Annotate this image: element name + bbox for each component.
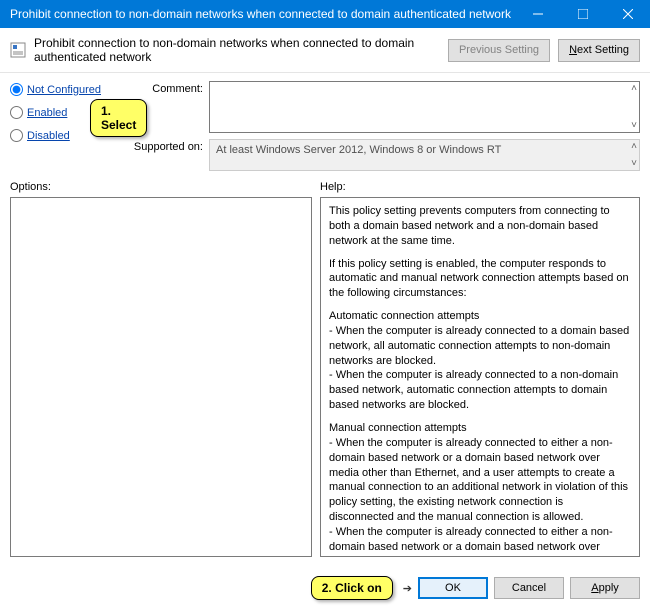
close-button[interactable] — [605, 0, 650, 28]
callout-select: 1. Select — [90, 99, 147, 137]
help-paragraph: If this policy setting is enabled, the c… — [329, 257, 631, 302]
maximize-button[interactable] — [560, 0, 605, 28]
chevron-down-icon[interactable]: ˅ — [631, 158, 637, 169]
chevron-up-icon[interactable]: ˄ — [631, 141, 637, 152]
radio-enabled-label: Enabled — [27, 107, 67, 119]
help-panel[interactable]: This policy setting prevents computers f… — [320, 197, 640, 557]
cancel-button[interactable]: Cancel — [494, 577, 564, 599]
policy-title-text: Prohibit connection to non-domain networ… — [34, 36, 440, 64]
help-paragraph: Manual connection attempts - When the co… — [329, 421, 631, 557]
dialog-footer: 2. Click on ➔ OK Cancel Apply — [0, 569, 650, 607]
radio-not-configured[interactable]: Not Configured — [10, 83, 115, 96]
policy-header: Prohibit connection to non-domain networ… — [0, 28, 650, 73]
policy-icon — [10, 42, 26, 58]
radio-disabled-label: Disabled — [27, 130, 70, 142]
next-setting-button[interactable]: Next Setting — [558, 39, 640, 62]
comment-label: Comment: — [123, 81, 203, 95]
callout-click: 2. Click on — [311, 576, 393, 600]
apply-button[interactable]: Apply — [570, 577, 640, 599]
supported-on-box: At least Windows Server 2012, Windows 8 … — [209, 139, 640, 171]
radio-not-configured-input[interactable] — [10, 83, 23, 96]
radio-not-configured-label: Not Configured — [27, 84, 101, 96]
arrow-icon: ➔ — [403, 582, 412, 595]
comment-textarea[interactable]: ˄ ˅ — [209, 81, 640, 133]
supported-on-value: At least Windows Server 2012, Windows 8 … — [216, 144, 501, 156]
radio-disabled-input[interactable] — [10, 129, 23, 142]
help-paragraph: Automatic connection attempts - When the… — [329, 309, 631, 413]
state-radio-group: Not Configured Enabled Disabled 1. Selec… — [10, 81, 115, 171]
radio-enabled-input[interactable] — [10, 106, 23, 119]
ok-button[interactable]: OK — [418, 577, 488, 599]
options-section-label: Options: — [10, 181, 320, 193]
chevron-down-icon[interactable]: ˅ — [631, 120, 637, 131]
window-title: Prohibit connection to non-domain networ… — [10, 7, 515, 21]
previous-setting-button[interactable]: Previous Setting — [448, 39, 550, 62]
window-titlebar: Prohibit connection to non-domain networ… — [0, 0, 650, 28]
chevron-up-icon[interactable]: ˄ — [631, 83, 637, 94]
help-paragraph: This policy setting prevents computers f… — [329, 204, 631, 249]
minimize-button[interactable] — [515, 0, 560, 28]
help-section-label: Help: — [320, 181, 640, 193]
supported-label: Supported on: — [123, 139, 203, 153]
options-panel — [10, 197, 312, 557]
